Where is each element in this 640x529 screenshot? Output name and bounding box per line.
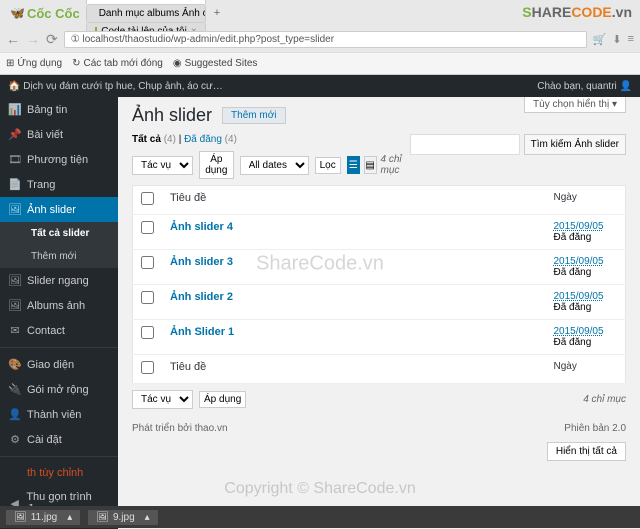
reload-button[interactable]: ⟳	[46, 31, 58, 48]
image-icon: 🖼	[14, 512, 27, 523]
sidebar-item[interactable]: 📊Bảng tin	[0, 97, 118, 122]
menu-icon: 🖼	[8, 274, 22, 287]
sidebar-item[interactable]: ✉Contact	[0, 318, 118, 343]
sharecode-watermark-logo: SHARECODE.vn	[522, 4, 632, 20]
sidebar-item[interactable]: 🖼Albums ảnh	[0, 293, 118, 318]
apps-button[interactable]: ⊞ Ứng dụng	[6, 58, 62, 69]
post-status: Đã đăng	[554, 232, 592, 243]
col-title-header[interactable]: Tiêu đề	[162, 186, 546, 215]
new-tab-button[interactable]: +	[208, 5, 226, 21]
posts-table: Tiêu đề Ngày Ảnh slider 4 2015/09/05Đã đ…	[132, 185, 626, 384]
menu-icon: ✉	[8, 324, 22, 337]
menu-icon: 📊	[8, 103, 22, 116]
filter-button[interactable]: Lọc	[315, 157, 341, 174]
windows-taskbar: 🖼 11.jpg ▴ 🖼 9.jpg ▴	[0, 506, 640, 528]
menu-icon: 👤	[8, 408, 22, 421]
menu-icon: 🎨	[8, 358, 22, 371]
footer-credit: Phát triển bởi thao.vn	[132, 423, 228, 434]
filter-published[interactable]: Đã đăng	[184, 134, 222, 145]
post-status: Đã đăng	[554, 337, 592, 348]
post-title-link[interactable]: Ảnh slider 2	[170, 291, 233, 303]
bulk-action-select-top[interactable]: Tác vụ	[132, 156, 193, 175]
sidebar-item[interactable]: 📌Bài viết	[0, 122, 118, 147]
apply-button-bottom[interactable]: Áp dụng	[199, 391, 246, 408]
sidebar-item[interactable]: 🖼Ảnh slider	[0, 197, 118, 222]
sidebar-item[interactable]: 🎨Giao diện	[0, 352, 118, 377]
sidebar-item[interactable]: 👤Thành viên	[0, 402, 118, 427]
sidebar-item[interactable]: 🎞Phương tiện	[0, 147, 118, 172]
user-greeting[interactable]: Chào bạn, quantri 👤	[537, 81, 632, 92]
select-all-checkbox[interactable]	[141, 192, 154, 205]
post-status: Đã đăng	[554, 302, 592, 313]
recent-tabs-button[interactable]: ↻ Các tab mới đóng	[72, 58, 163, 69]
filter-all[interactable]: Tất cả	[132, 134, 161, 145]
row-checkbox[interactable]	[141, 291, 154, 304]
menu-icon: 🖼	[8, 299, 22, 312]
site-link[interactable]: 🏠 Dịch vụ đám cưới tp hue, Chụp ảnh, áo …	[8, 81, 223, 92]
bulk-action-select-bottom[interactable]: Tác vụ	[132, 390, 193, 409]
table-row: Ảnh slider 3 2015/09/05Đã đăng	[133, 250, 626, 285]
browser-logo: Cốc Cốc	[4, 6, 86, 21]
show-all-button[interactable]: Hiển thị tất cả	[547, 442, 626, 461]
image-icon: 🖼	[96, 512, 109, 523]
row-checkbox[interactable]	[141, 221, 154, 234]
row-checkbox[interactable]	[141, 256, 154, 269]
search-input[interactable]	[410, 134, 520, 155]
date-filter-select[interactable]: All dates	[240, 156, 309, 175]
select-all-checkbox-bottom[interactable]	[141, 361, 154, 374]
menu-icon: ⚙	[8, 433, 22, 446]
menu-icon: 📌	[8, 128, 22, 141]
post-title-link[interactable]: Ảnh slider 4	[170, 221, 233, 233]
items-count-bottom: 4 chỉ mục	[583, 394, 626, 405]
bookmarks-bar: ⊞ Ứng dụng ↻ Các tab mới đóng ◉ Suggeste…	[0, 52, 640, 74]
post-title-link[interactable]: Ảnh Slider 1	[170, 326, 234, 338]
version-label: Phiên bản 2.0	[564, 423, 626, 434]
cart-icon[interactable]: 🛒	[593, 33, 607, 46]
sidebar-item[interactable]: 📄Trang	[0, 172, 118, 197]
download-icon[interactable]: ⬇	[612, 33, 621, 46]
screen-options-toggle[interactable]: Tùy chọn hiển thị ▾	[524, 97, 626, 113]
sidebar-item[interactable]: 🔌Gói mở rộng	[0, 377, 118, 402]
sidebar-item[interactable]: Thêm mới	[0, 245, 118, 268]
taskbar-item[interactable]: 🖼 11.jpg ▴	[6, 510, 80, 525]
sidebar-item[interactable]: 🖼Slider ngang	[0, 268, 118, 293]
view-excerpt-button[interactable]: ▤	[364, 156, 377, 174]
suggested-sites-button[interactable]: ◉ Suggested Sites	[173, 58, 258, 69]
browser-tab[interactable]: Danh mục albums Ảnh cư×	[86, 4, 206, 22]
menu-icon: 🖼	[8, 203, 22, 216]
wp-admin-bar: 🏠 Dịch vụ đám cưới tp hue, Chụp ảnh, áo …	[0, 75, 640, 97]
table-row: Ảnh Slider 1 2015/09/05Đã đăng	[133, 320, 626, 355]
post-title-link[interactable]: Ảnh slider 3	[170, 256, 233, 268]
main-content: Tùy chọn hiển thị ▾ Ảnh slider Thêm mới …	[118, 97, 640, 529]
post-date: 2015/09/05	[554, 326, 604, 337]
add-new-button[interactable]: Thêm mới	[222, 107, 285, 124]
view-list-button[interactable]: ☰	[347, 156, 360, 174]
forward-button[interactable]: →	[26, 31, 40, 47]
address-bar[interactable]: ① localhost/thaostudio/wp-admin/edit.php…	[64, 31, 587, 48]
table-row: Ảnh slider 2 2015/09/05Đã đăng	[133, 285, 626, 320]
items-count: 4 chỉ mục	[381, 154, 410, 176]
page-title: Ảnh slider	[132, 105, 212, 126]
menu-icon: 📄	[8, 178, 22, 191]
taskbar-item[interactable]: 🖼 9.jpg ▴	[88, 510, 157, 525]
row-checkbox[interactable]	[141, 326, 154, 339]
post-date: 2015/09/05	[554, 221, 604, 232]
search-button[interactable]: Tìm kiếm Ảnh slider	[524, 134, 626, 155]
back-button[interactable]: ←	[6, 31, 20, 47]
menu-icon[interactable]: ≡	[628, 33, 634, 46]
sidebar-item[interactable]: th tùy chỉnh	[0, 461, 118, 485]
table-row: Ảnh slider 4 2015/09/05Đã đăng	[133, 215, 626, 250]
apply-button-top[interactable]: Áp dụng	[199, 151, 234, 179]
menu-icon: 🎞	[8, 153, 22, 166]
post-date: 2015/09/05	[554, 256, 604, 267]
menu-icon: 🔌	[8, 383, 22, 396]
sidebar-item[interactable]: ⚙Cài đặt	[0, 427, 118, 452]
col-date-header[interactable]: Ngày	[546, 186, 626, 215]
sidebar-item[interactable]: Tất cả slider	[0, 222, 118, 245]
admin-sidebar: 📊Bảng tin📌Bài viết🎞Phương tiện📄Trang🖼Ảnh…	[0, 97, 118, 529]
post-status: Đã đăng	[554, 267, 592, 278]
post-date: 2015/09/05	[554, 291, 604, 302]
